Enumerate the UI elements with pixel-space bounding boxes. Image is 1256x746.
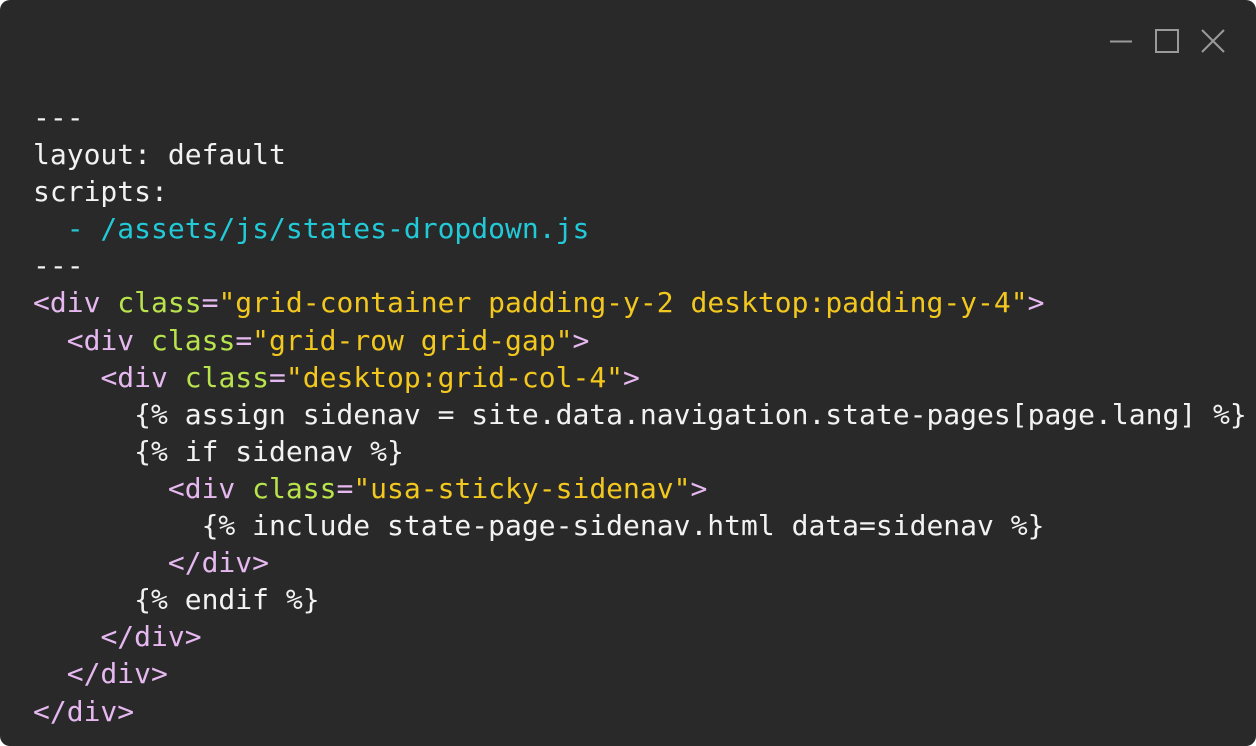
code-line: <div class="desktop:grid-col-4"> <box>33 359 1247 396</box>
code-line: layout: default <box>33 136 1247 173</box>
code-token: = <box>269 360 286 394</box>
code-token: {% endif %} <box>33 583 320 617</box>
code-line: <div class="grid-container padding-y-2 d… <box>33 284 1247 321</box>
code-token: class <box>151 323 236 357</box>
code-line: </div> <box>33 544 1247 581</box>
code-token: <div <box>100 360 168 394</box>
code-token: </div> <box>167 546 270 580</box>
maximize-button[interactable] <box>1154 28 1180 54</box>
code-token: </div> <box>33 694 135 728</box>
code-line: {% if sidenav %} <box>33 433 1247 470</box>
maximize-icon <box>1155 29 1179 53</box>
code-token: "grid-row grid-gap" <box>252 323 573 357</box>
code-block[interactable]: --- layout: default scripts: - /assets/js/… <box>33 99 1247 730</box>
code-token: </div> <box>66 657 168 691</box>
code-token: <div <box>167 471 236 505</box>
code-token: > <box>572 323 590 357</box>
code-line: --- <box>33 247 1247 284</box>
code-line: scripts: <box>33 173 1247 210</box>
code-token: scripts: <box>33 175 168 209</box>
code-line: <div class="usa-sticky-sidenav"> <box>33 470 1247 507</box>
code-token: {% include state-page-sidenav.html data=… <box>33 509 1045 543</box>
minimize-button[interactable] <box>1108 28 1134 54</box>
code-line: --- <box>33 99 1247 136</box>
code-token: = <box>336 471 354 505</box>
code-token: = <box>201 286 219 320</box>
code-token: "grid-container padding-y-2 desktop:padd… <box>218 286 1028 320</box>
code-token: --- <box>33 101 84 134</box>
code-token: layout: default <box>33 138 286 172</box>
code-line: - /assets/js/states-dropdown.js <box>33 210 1247 247</box>
code-token: {% if sidenav %} <box>33 434 404 468</box>
code-token: "usa-sticky-sidenav" <box>353 471 691 505</box>
code-line: </div> <box>33 655 1247 692</box>
code-line: </div> <box>33 693 1247 730</box>
code-token: <div <box>66 323 135 357</box>
code-token: class <box>184 360 270 394</box>
code-token: class <box>117 286 202 320</box>
code-token: - /assets/js/states-dropdown.js <box>33 212 590 246</box>
code-line: {% include state-page-sidenav.html data=… <box>33 507 1247 544</box>
code-line: {% assign sidenav = site.data.navigation… <box>33 396 1247 433</box>
code-token: > <box>623 360 640 394</box>
code-token: class <box>252 471 337 505</box>
minimize-icon <box>1110 40 1132 43</box>
code-token: = <box>235 323 253 357</box>
code-token: > <box>1027 286 1045 320</box>
code-token: </div> <box>100 620 202 654</box>
code-token: > <box>690 471 708 505</box>
code-line: {% endif %} <box>33 581 1247 618</box>
close-icon <box>1201 29 1225 53</box>
window-controls <box>1108 28 1226 54</box>
code-window: --- layout: default scripts: - /assets/js/… <box>0 0 1256 746</box>
code-line: </div> <box>33 618 1247 655</box>
close-button[interactable] <box>1200 28 1226 54</box>
code-token: {% assign sidenav = site.data.navigation… <box>33 397 1247 431</box>
code-token: --- <box>33 249 84 283</box>
code-token: <div <box>33 286 101 320</box>
code-line: <div class="grid-row grid-gap"> <box>33 322 1247 359</box>
code-token: "desktop:grid-col-4" <box>285 360 624 394</box>
